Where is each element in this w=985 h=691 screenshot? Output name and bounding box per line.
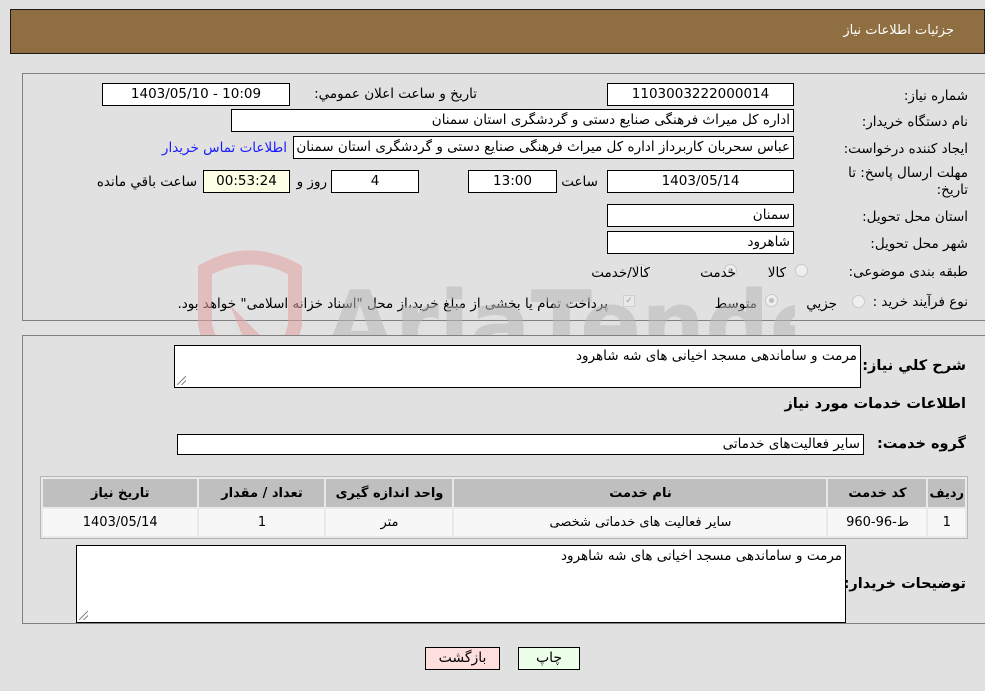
province-label: استان محل تحویل: <box>862 209 968 225</box>
col-service-code: کد خدمت <box>828 479 927 507</box>
need-number-field: 1103003222000014 <box>607 83 794 106</box>
category-label: طبقه بندی موضوعی: <box>848 264 968 280</box>
table-header-row: ردیف کد خدمت نام خدمت واحد اندازه گیری ت… <box>43 479 965 507</box>
purchase-type-option-medium: متوسط <box>714 296 757 312</box>
buyer-notes-text: مرمت و ساماندهی مسجد اخیانی های شه شاهرو… <box>561 548 842 564</box>
province-field: سمنان <box>607 204 794 227</box>
need-info-panel: شماره نیاز: 1103003222000014 تاریخ و ساع… <box>22 73 985 321</box>
purchase-type-label: نوع فرآیند خرید : <box>872 294 968 310</box>
cell-service-code: ط-96-960 <box>828 509 927 536</box>
page-title: جزئیات اطلاعات نیاز <box>843 23 954 38</box>
deadline-time-label: ساعت <box>561 174 598 190</box>
services-heading: اطلاعات خدمات مورد نیاز <box>784 396 966 412</box>
deadline-date-field: 1403/05/14 <box>607 170 794 193</box>
buyer-org-field: اداره کل میراث فرهنگی صنایع دستی و گردشگ… <box>231 109 794 132</box>
buyer-notes-label: توضیحات خریدار: <box>843 576 966 592</box>
summary-text: مرمت و ساماندهی مسجد اخیانی های شه شاهرو… <box>576 348 857 364</box>
remaining-days-field: 4 <box>331 170 419 193</box>
resize-grip-icon[interactable] <box>79 611 88 620</box>
cell-quantity: 1 <box>199 509 325 536</box>
service-group-label: گروه خدمت: <box>876 436 966 452</box>
buyer-contact-link[interactable]: اطلاعات تماس خریدار <box>162 140 287 156</box>
purchase-type-radio-medium[interactable] <box>765 294 778 307</box>
print-button[interactable]: چاپ <box>518 647 580 670</box>
services-table: ردیف کد خدمت نام خدمت واحد اندازه گیری ت… <box>40 476 968 539</box>
page-header: جزئیات اطلاعات نیاز <box>10 9 985 54</box>
col-service-name: نام خدمت <box>454 479 827 507</box>
cell-row-number: 1 <box>928 509 965 536</box>
deadline-time-field: 13:00 <box>468 170 557 193</box>
need-number-label: شماره نیاز: <box>903 88 968 104</box>
summary-textarea[interactable]: مرمت و ساماندهی مسجد اخیانی های شه شاهرو… <box>174 345 861 388</box>
col-unit: واحد اندازه گیری <box>326 479 453 507</box>
purchase-type-radio-minor[interactable] <box>852 295 865 308</box>
category-option-goods-service: کالا/خدمت <box>591 265 650 281</box>
table-row: 1 ط-96-960 سایر فعالیت های خدماتی شخصی م… <box>43 509 965 536</box>
cell-need-date: 1403/05/14 <box>43 509 198 536</box>
need-details-panel: شرح کلي نیاز: مرمت و ساماندهی مسجد اخیان… <box>22 335 985 624</box>
announce-datetime-label: تاریخ و ساعت اعلان عمومي: <box>314 86 477 102</box>
days-label: روز و <box>296 174 327 190</box>
summary-label: شرح کلي نیاز: <box>862 358 966 374</box>
requester-label: ایجاد کننده درخواست: <box>843 141 968 157</box>
service-group-field: سایر فعالیت‌های خدماتی <box>177 434 864 455</box>
cell-unit: متر <box>326 509 453 536</box>
col-row-number: ردیف <box>928 479 965 507</box>
back-button[interactable]: بازگشت <box>425 647 500 670</box>
category-option-service: خدمت <box>700 265 736 281</box>
city-field: شاهرود <box>607 231 794 254</box>
treasury-payment-note: پرداخت تمام یا بخشی از مبلغ خرید،از محل … <box>177 296 608 312</box>
remaining-time-field: 00:53:24 <box>203 170 290 193</box>
col-need-date: تاریخ نیاز <box>43 479 198 507</box>
remaining-time-label: ساعت باقي مانده <box>96 174 197 190</box>
deadline-label: مهلت ارسال پاسخ: تا تاریخ: <box>848 165 968 198</box>
category-option-goods: کالا <box>767 265 786 281</box>
announce-datetime-field: 1403/05/10 - 10:09 <box>102 83 290 106</box>
requester-field: عباس سحربان کاربرداز اداره کل میراث فرهن… <box>293 136 794 159</box>
treasury-payment-checkbox[interactable]: ✓ <box>623 295 635 307</box>
purchase-type-option-minor: جزيي <box>806 296 837 312</box>
cell-service-name: سایر فعالیت های خدماتی شخصی <box>454 509 827 536</box>
city-label: شهر محل تحویل: <box>870 236 968 252</box>
buyer-org-label: نام دستگاه خريدار: <box>861 114 968 130</box>
col-quantity: تعداد / مقدار <box>199 479 325 507</box>
buyer-notes-textarea[interactable]: مرمت و ساماندهی مسجد اخیانی های شه شاهرو… <box>76 545 846 623</box>
resize-grip-icon[interactable] <box>177 376 186 385</box>
category-radio-goods[interactable] <box>795 264 808 277</box>
